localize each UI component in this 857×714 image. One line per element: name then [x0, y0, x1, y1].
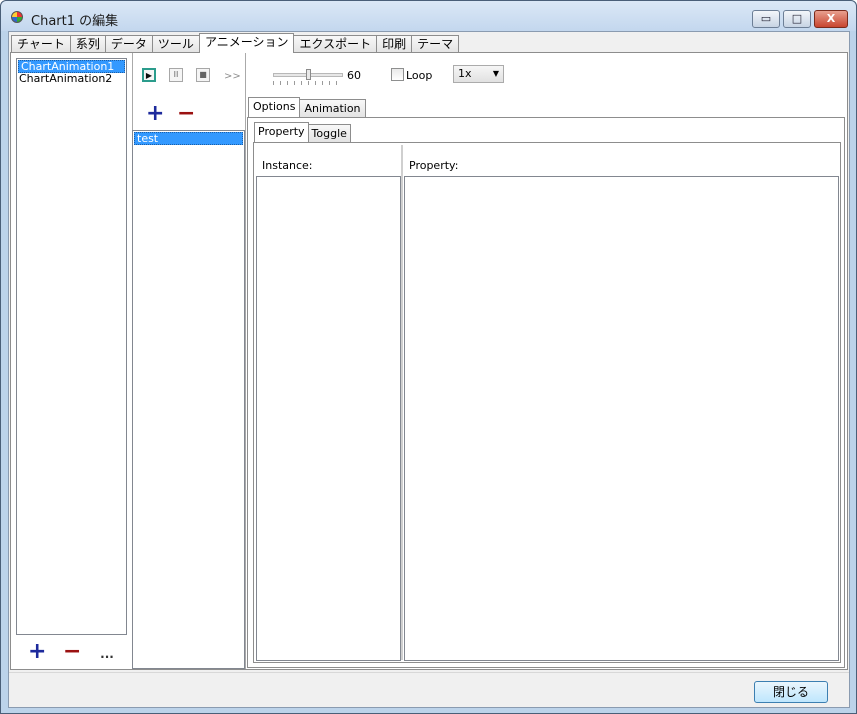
slider-ticks: [273, 81, 343, 85]
editor-window: Chart1 の編集 ▭ □ X チャート 系列 データ ツール アニメーション…: [0, 0, 857, 714]
animation-list[interactable]: ChartAnimation1 ChartAnimation2: [16, 58, 127, 635]
instance-list-item[interactable]: test: [134, 132, 243, 145]
title-bar[interactable]: Chart1 の編集 ▭ □ X: [1, 1, 856, 31]
property-panel: Instance: Property:: [253, 142, 841, 663]
more-options-button[interactable]: ...: [98, 647, 116, 661]
chevron-down-icon: ▼: [492, 69, 499, 78]
fast-forward-button[interactable]: >>: [224, 71, 241, 82]
slider-thumb[interactable]: [306, 69, 311, 80]
tab-animation[interactable]: アニメーション: [198, 33, 295, 53]
main-tab-strip: チャート 系列 データ ツール アニメーション エクスポート 印刷 テーマ: [11, 33, 460, 53]
chart-app-icon: [11, 11, 23, 23]
rate-select-value: 1x: [458, 67, 472, 80]
remove-animation-button[interactable]: −: [63, 641, 81, 663]
sub-tab-strip: Property Toggle: [254, 122, 351, 142]
tab-series[interactable]: 系列: [69, 35, 106, 53]
close-window-button[interactable]: X: [814, 10, 848, 28]
play-button[interactable]: ▶: [142, 68, 156, 82]
tab-chart[interactable]: チャート: [11, 35, 71, 53]
minimize-button[interactable]: ▭: [752, 10, 780, 28]
tab-print[interactable]: 印刷: [376, 35, 413, 53]
speed-value: 60: [347, 69, 361, 82]
tab-theme[interactable]: テーマ: [411, 35, 460, 53]
pause-button[interactable]: II: [169, 68, 183, 82]
tab-data[interactable]: データ: [104, 35, 153, 53]
tab-tools[interactable]: ツール: [151, 35, 200, 53]
speed-slider[interactable]: [273, 69, 343, 85]
options-panel: Property Toggle Instance: Property:: [247, 117, 845, 668]
animation-tab-panel: ChartAnimation1 ChartAnimation2 + − ... …: [10, 52, 848, 670]
add-animation-button[interactable]: +: [28, 641, 46, 663]
close-button[interactable]: 閉じる: [754, 681, 828, 703]
loop-label[interactable]: Loop: [406, 69, 432, 82]
rate-select[interactable]: 1x ▼: [453, 65, 504, 83]
tab-animation-settings[interactable]: Animation: [299, 99, 366, 117]
instance-column-label: Instance:: [262, 159, 313, 172]
dialog-footer: 閉じる: [9, 672, 849, 708]
property-column-label: Property:: [409, 159, 459, 172]
instance-tree[interactable]: [256, 176, 401, 661]
tab-export[interactable]: エクスポート: [293, 35, 378, 53]
stop-button[interactable]: ■: [196, 68, 210, 82]
splitter[interactable]: [401, 145, 403, 660]
instance-list[interactable]: test: [132, 130, 245, 669]
dialog-client: チャート 系列 データ ツール アニメーション エクスポート 印刷 テーマ Ch…: [8, 31, 850, 708]
window-title: Chart1 の編集: [31, 14, 119, 29]
options-tab-strip: Options Animation: [248, 97, 366, 117]
remove-instance-button[interactable]: −: [177, 103, 195, 125]
tab-toggle[interactable]: Toggle: [307, 124, 351, 142]
animation-list-item[interactable]: ChartAnimation2: [17, 73, 126, 86]
tab-options[interactable]: Options: [248, 97, 301, 117]
loop-checkbox[interactable]: [391, 68, 404, 81]
maximize-button[interactable]: □: [783, 10, 811, 28]
tab-property[interactable]: Property: [254, 122, 309, 142]
add-instance-button[interactable]: +: [146, 103, 164, 125]
property-grid[interactable]: [404, 176, 839, 661]
